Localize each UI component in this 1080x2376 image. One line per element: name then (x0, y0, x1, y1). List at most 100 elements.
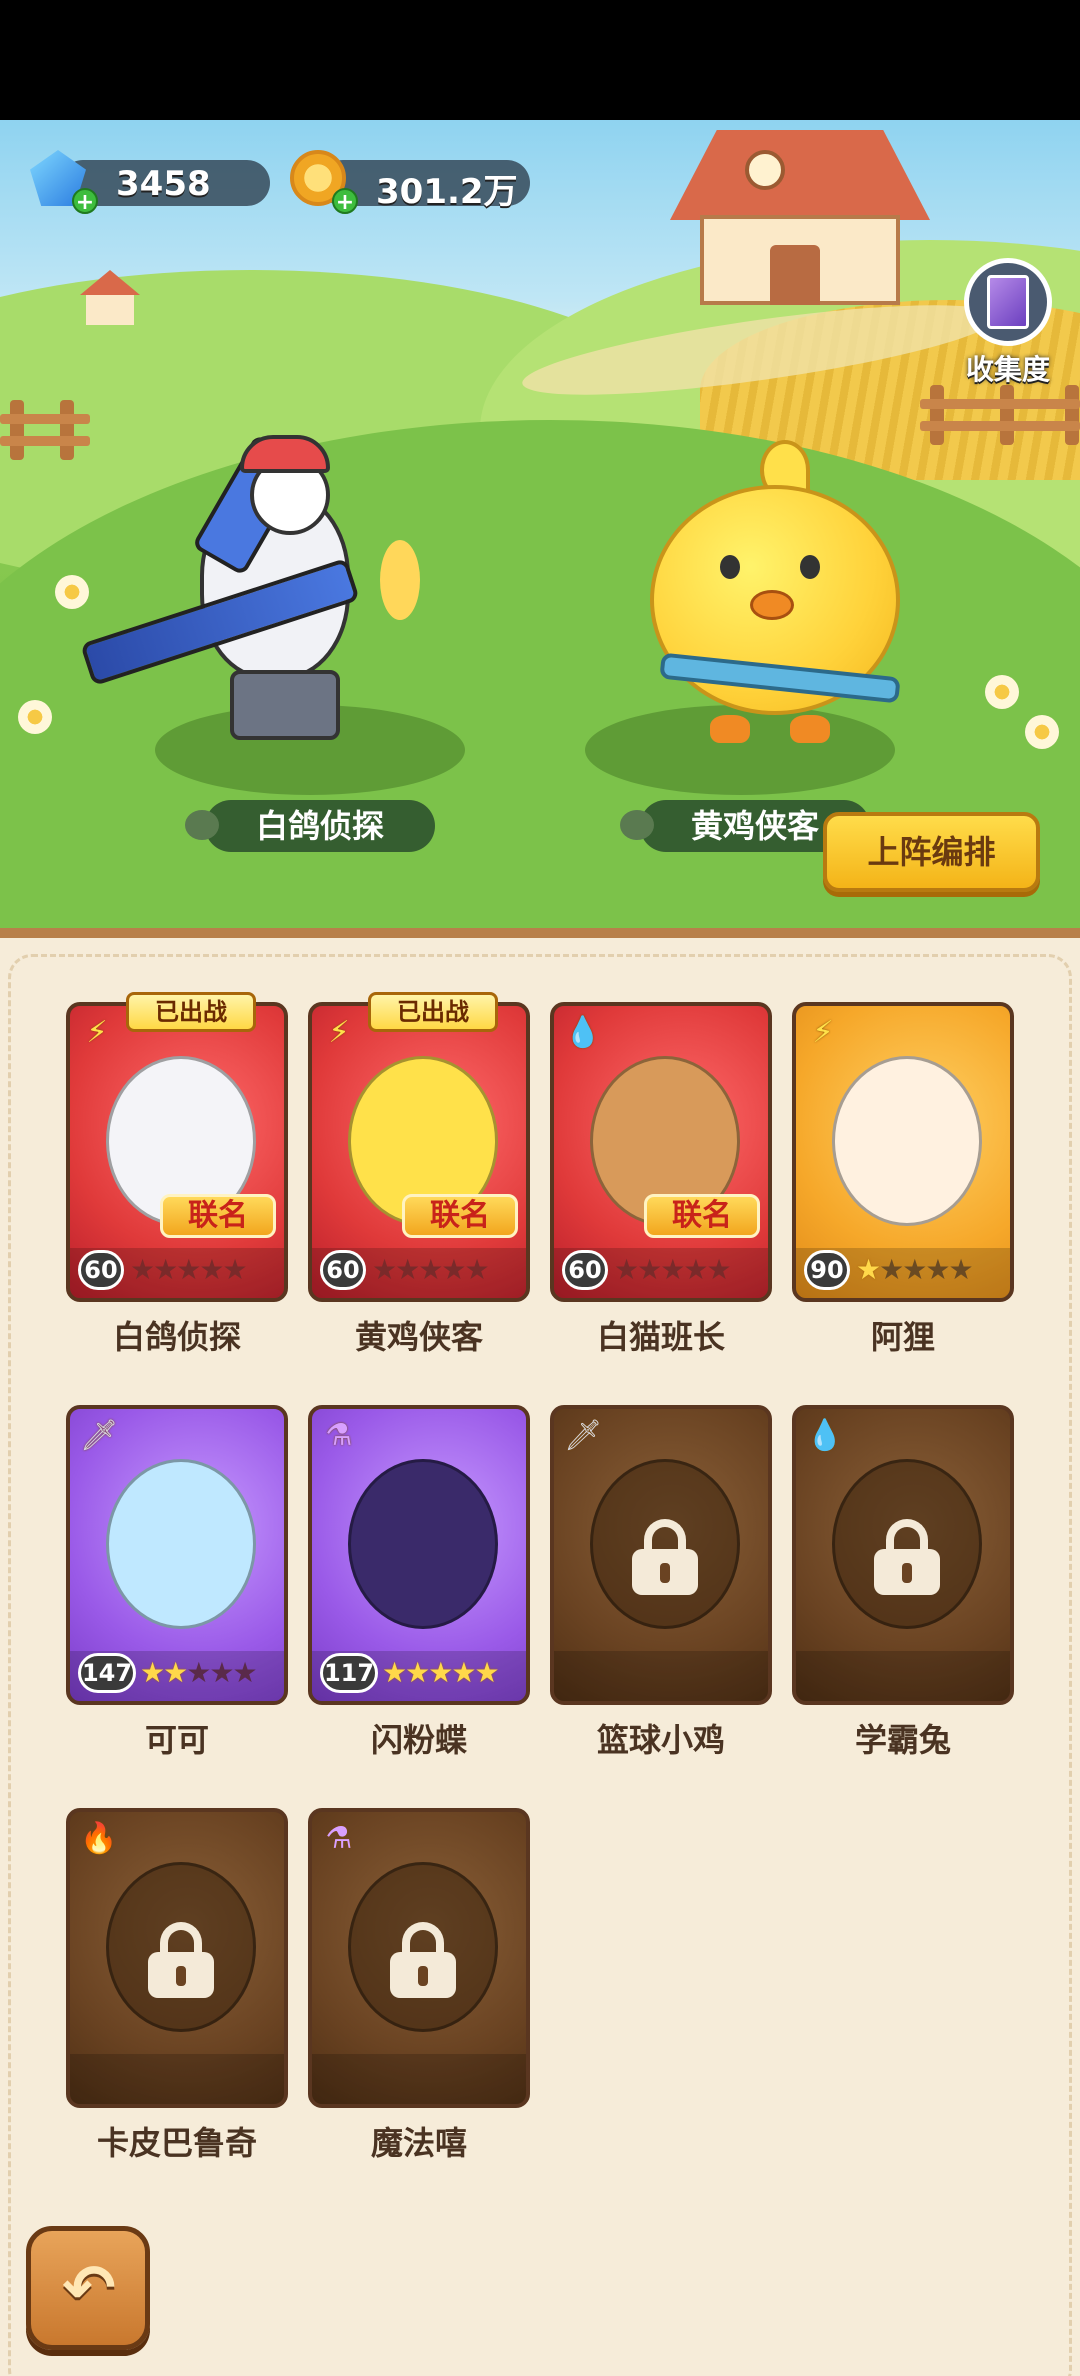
character-card[interactable]: ⚡ 联名 60 ★★★★★ 已出战白鸽侦探 (66, 992, 288, 1356)
character-name: 篮球小鸡 (596, 1721, 725, 1759)
star-empty-icon: ★ (209, 1656, 234, 1689)
star-filled-icon: ★ (428, 1656, 453, 1689)
star-filled-icon: ★ (140, 1656, 165, 1689)
star-empty-icon: ★ (614, 1253, 639, 1286)
character-card[interactable]: 💧 联名 60 ★★★★★ 白猫班长 (550, 1002, 772, 1356)
card-frame: ⚡ 联名 60 ★★★★★ (308, 1002, 530, 1302)
star-filled-icon: ★ (382, 1656, 407, 1689)
lock-icon (148, 1922, 214, 1998)
character-card[interactable]: 💧 学霸兔 (792, 1405, 1014, 1759)
card-frame: 💧 联名 60 ★★★★★ (550, 1002, 772, 1302)
character-card[interactable]: ⚗ 117 ★★★★★ 闪粉蝶 (308, 1405, 530, 1759)
star-empty-icon: ★ (902, 1253, 927, 1286)
star-empty-icon: ★ (879, 1253, 904, 1286)
water-drop-icon: 💧 (564, 1015, 602, 1050)
star-empty-icon: ★ (441, 1253, 466, 1286)
character-portrait (348, 1459, 498, 1629)
star-filled-icon: ★ (405, 1656, 430, 1689)
sword-icon: 🗡 (80, 1418, 119, 1453)
star-empty-icon: ★ (418, 1253, 443, 1286)
collab-badge: 联名 (644, 1194, 760, 1238)
star-rating: ★★★★★ (856, 1253, 974, 1286)
star-empty-icon: ★ (176, 1253, 201, 1286)
character-name: 白猫班长 (596, 1318, 725, 1356)
deployed-badge: 已出战 (368, 992, 498, 1032)
star-rating: ★★★★★ (130, 1253, 248, 1286)
character-nameplate: 白鸽侦探 (185, 800, 435, 852)
card-frame: ⚗ (308, 1808, 530, 2108)
character-name: 学霸兔 (854, 1721, 951, 1759)
character-card[interactable]: ⚗ 魔法嘻 (308, 1808, 530, 2162)
status-bar-area (0, 0, 1080, 120)
star-filled-icon: ★ (474, 1656, 499, 1689)
water-drop-icon: 💧 (806, 1418, 844, 1453)
pigeon-detective-character[interactable] (60, 420, 440, 760)
paw-icon (620, 810, 654, 840)
level-badge: 90 (804, 1250, 850, 1290)
plus-icon[interactable]: + (332, 188, 358, 215)
star-empty-icon: ★ (199, 1253, 224, 1286)
character-name: 阿狸 (870, 1318, 935, 1356)
star-empty-icon: ★ (660, 1253, 685, 1286)
coin-value: 301.2万 (376, 172, 518, 212)
star-empty-icon: ★ (637, 1253, 662, 1286)
character-name: 魔法嘻 (370, 2124, 467, 2162)
star-empty-icon: ★ (948, 1253, 973, 1286)
character-card[interactable]: 🔥 卡皮巴鲁奇 (66, 1808, 288, 2162)
collab-badge: 联名 (402, 1194, 518, 1238)
level-badge: 117 (320, 1653, 378, 1693)
flower (18, 700, 52, 734)
book-icon (964, 258, 1052, 346)
potion-icon: ⚗ (325, 1418, 353, 1453)
star-rating: ★★★★★ (382, 1656, 500, 1689)
fire-icon: 🔥 (80, 1821, 118, 1856)
character-portrait (832, 1056, 982, 1226)
star-filled-icon: ★ (451, 1656, 476, 1689)
star-empty-icon: ★ (395, 1253, 420, 1286)
gem-counter[interactable]: + 3458 (30, 150, 270, 215)
card-frame: ⚡ 90 ★★★★★ (792, 1002, 1014, 1302)
lock-icon (632, 1519, 698, 1595)
yellow-chick-character[interactable] (620, 440, 930, 760)
star-empty-icon: ★ (706, 1253, 731, 1286)
lock-icon (390, 1922, 456, 1998)
back-button[interactable]: ↶ (26, 2226, 150, 2350)
character-name: 闪粉蝶 (370, 1721, 467, 1759)
star-empty-icon: ★ (186, 1656, 211, 1689)
flower (985, 675, 1019, 709)
star-rating: ★★★★★ (614, 1253, 732, 1286)
distant-house (80, 270, 140, 325)
star-empty-icon: ★ (222, 1253, 247, 1286)
nameplate-label: 白鸽侦探 (255, 807, 384, 845)
farmhouse (670, 120, 930, 305)
deployed-badge: 已出战 (126, 992, 256, 1032)
fence (920, 385, 1080, 445)
card-frame: ⚡ 联名 60 ★★★★★ (66, 1002, 288, 1302)
collection-button[interactable]: 收集度 (958, 258, 1058, 386)
back-arrow-icon: ↶ (62, 2252, 116, 2326)
character-card[interactable]: ⚡ 联名 60 ★★★★★ 已出战 黄鸡侠客 (308, 992, 530, 1356)
lightning-icon: ⚡ (328, 1015, 350, 1050)
character-card[interactable]: 🗡 147 ★★★★★ 可可 (66, 1405, 288, 1759)
lineup-button[interactable]: 上阵编排 (823, 812, 1040, 892)
showcase-scene: 白鸽侦探 黄鸡侠客 上阵编排 (0, 120, 1080, 930)
character-card[interactable]: ⚡ 90 ★★★★★ 阿狸 (792, 1002, 1014, 1356)
card-footer (312, 2054, 526, 2104)
nameplate-label: 黄鸡侠客 (690, 807, 819, 845)
star-empty-icon: ★ (372, 1253, 397, 1286)
star-rating: ★★★★★ (372, 1253, 490, 1286)
flower (1025, 715, 1059, 749)
star-filled-icon: ★ (856, 1253, 881, 1286)
coin-counter[interactable]: + 301.2万 (290, 150, 530, 215)
card-frame: ⚗ 117 ★★★★★ (308, 1405, 530, 1705)
character-card[interactable]: 🗡 篮球小鸡 (550, 1405, 772, 1759)
star-empty-icon: ★ (130, 1253, 155, 1286)
card-footer (796, 1651, 1010, 1701)
level-badge: 60 (320, 1250, 366, 1290)
lightning-icon: ⚡ (86, 1015, 108, 1050)
card-frame: 🗡 (550, 1405, 772, 1705)
plus-icon[interactable]: + (72, 188, 98, 215)
lock-icon (874, 1519, 940, 1595)
star-empty-icon: ★ (153, 1253, 178, 1286)
character-name: 白鸽侦探 (112, 1318, 241, 1356)
